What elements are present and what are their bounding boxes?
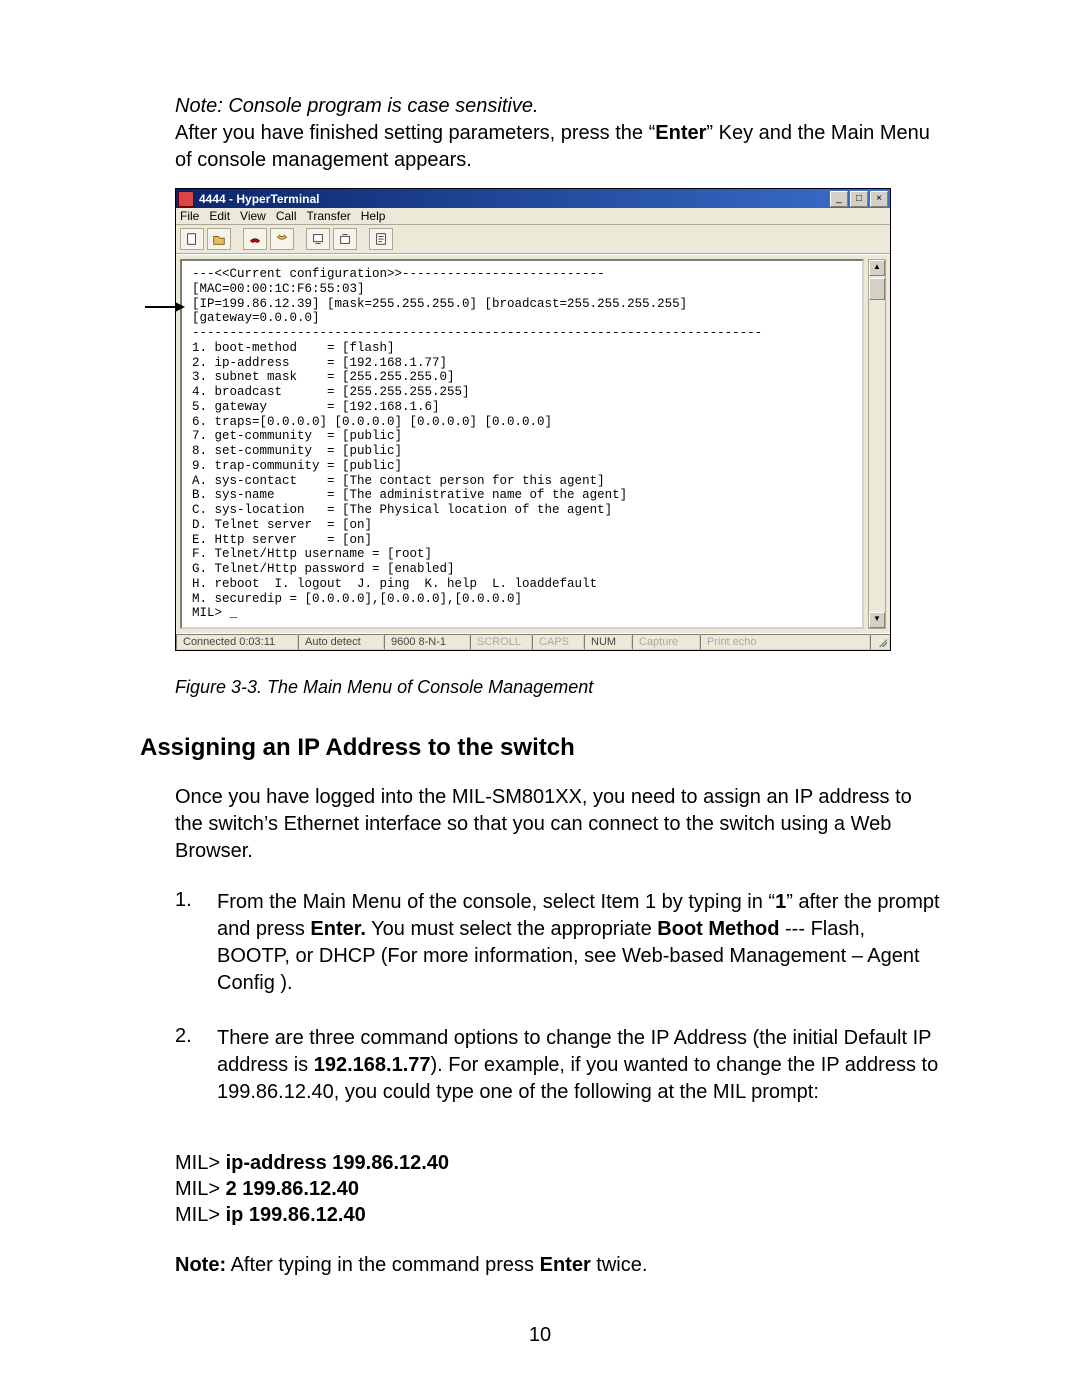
terminal-area: ---<<Current configuration>>------------… [176,254,890,633]
page-number: 10 [0,1324,1080,1347]
steps-list: 1. From the Main Menu of the console, se… [175,889,940,1106]
minimize-button[interactable]: _ [830,191,848,207]
command: ip 199.86.12.40 [226,1204,366,1226]
menu-transfer[interactable]: Transfer [307,209,351,223]
menu-help[interactable]: Help [361,209,386,223]
default-ip: 192.168.1.77 [314,1054,431,1076]
status-baud: 9600 8-N-1 [384,634,470,650]
menu-call[interactable]: Call [276,209,297,223]
scroll-down-icon[interactable]: ▼ [869,612,885,628]
menu-view[interactable]: View [240,209,266,223]
status-autodetect: Auto detect [298,634,384,650]
text: After you have finished setting paramete… [175,122,649,144]
enter-key-word: Enter [655,122,706,144]
step-text: There are three command options to chang… [217,1025,940,1106]
list-item: 1. From the Main Menu of the console, se… [175,889,940,997]
receive-icon[interactable] [333,228,357,250]
prompt: MIL> [175,1178,226,1200]
app-icon [178,191,194,207]
note-case-sensitive: Note: Console program is case sensitive. [175,95,940,118]
document-page: Note: Console program is case sensitive.… [0,0,1080,1397]
pointer-arrow-icon [145,300,185,314]
hyperterminal-window: 4444 - HyperTerminal _ □ × File Edit Vie… [175,188,891,651]
status-num: NUM [584,634,632,650]
menu-bar: File Edit View Call Transfer Help [176,208,890,225]
enter-word: Enter. [310,918,366,940]
new-file-icon[interactable] [180,228,204,250]
section-heading: Assigning an IP Address to the switch [140,734,940,762]
status-printecho: Print echo [700,634,870,650]
terminal-output: ---<<Current configuration>>------------… [180,259,864,629]
step-text: From the Main Menu of the console, selec… [217,889,940,997]
text: twice. [591,1254,648,1276]
list-item: 2. There are three command options to ch… [175,1025,940,1106]
status-scroll: SCROLL [470,634,532,650]
dial-icon[interactable] [270,228,294,250]
section-intro: Once you have logged into the MIL-SM801X… [175,784,940,865]
status-capture: Capture [632,634,700,650]
window-title: 4444 - HyperTerminal [199,192,828,206]
command-line: MIL> 2 199.86.12.40 [175,1176,940,1202]
text: From the Main Menu of the console, selec… [217,891,768,913]
toolbar [176,225,890,254]
command: 2 199.86.12.40 [226,1178,359,1200]
status-caps: CAPS [532,634,584,650]
scroll-track[interactable] [869,300,885,612]
title-bar: 4444 - HyperTerminal _ □ × [176,189,890,208]
prompt: MIL> [175,1152,226,1174]
digit-one: 1 [775,891,786,913]
figure-caption: Figure 3-3. The Main Menu of Console Man… [175,677,940,698]
menu-edit[interactable]: Edit [209,209,230,223]
prompt: MIL> [175,1204,226,1226]
resize-grip-icon[interactable] [870,634,890,650]
menu-file[interactable]: File [180,209,199,223]
note-label: Note: [175,1254,226,1276]
boot-method-word: Boot Method [657,918,779,940]
send-icon[interactable] [306,228,330,250]
command-line: MIL> ip 199.86.12.40 [175,1202,940,1228]
close-quote: ” [786,891,793,913]
scroll-thumb[interactable] [869,278,885,300]
command-examples: MIL> ip-address 199.86.12.40 MIL> 2 199.… [175,1150,940,1228]
step-number: 1. [175,889,217,997]
open-file-icon[interactable] [207,228,231,250]
text: You must select the appropriate [366,918,657,940]
text: After typing in the command press [226,1254,540,1276]
command-line: MIL> ip-address 199.86.12.40 [175,1150,940,1176]
enter-word: Enter [540,1254,591,1276]
status-bar: Connected 0:03:11 Auto detect 9600 8-N-1… [176,633,890,650]
command: ip-address 199.86.12.40 [226,1152,449,1174]
step-number: 2. [175,1025,217,1106]
properties-icon[interactable] [369,228,393,250]
intro-paragraph: After you have finished setting paramete… [175,120,940,174]
status-connected: Connected 0:03:11 [176,634,298,650]
close-button[interactable]: × [870,191,888,207]
vertical-scrollbar[interactable]: ▲ ▼ [868,259,886,629]
note-enter-twice: Note: After typing in the command press … [175,1254,940,1277]
hangup-icon[interactable] [243,228,267,250]
maximize-button[interactable]: □ [850,191,868,207]
scroll-up-icon[interactable]: ▲ [869,260,885,276]
